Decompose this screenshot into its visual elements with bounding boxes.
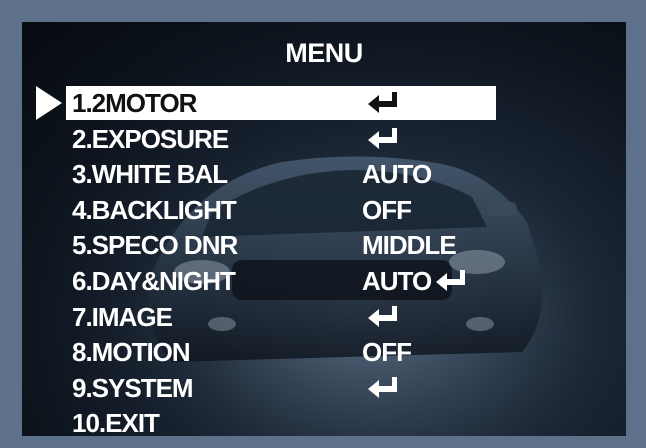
- menu-item-label: 1.2MOTOR: [72, 88, 197, 118]
- menu-item[interactable]: 2.EXPOSURE: [66, 122, 496, 156]
- menu-item-label: 2.EXPOSURE: [72, 123, 229, 154]
- menu-item[interactable]: 6.DAY&NIGHT AUTO: [66, 264, 496, 298]
- enter-return-icon: [366, 375, 400, 401]
- menu-item-value: OFF: [362, 337, 412, 368]
- osd-frame: MENU 1.2MOTOR 2.EXPOSURE 3.WHITE BAL AUTO 4.…: [0, 0, 646, 448]
- menu-item-label: 5.SPECO DNR: [72, 230, 238, 261]
- menu-item-label: 6.DAY&NIGHT: [72, 266, 236, 296]
- enter-return-icon: [366, 90, 400, 116]
- menu-item[interactable]: 3.WHITE BAL AUTO: [66, 157, 496, 191]
- selection-arrow-icon: [36, 86, 62, 120]
- menu-title: MENU: [285, 38, 363, 68]
- menu-item-label: 9.SYSTEM: [72, 372, 194, 403]
- menu-item-label: 7.IMAGE: [72, 301, 173, 332]
- menu-item[interactable]: 7.IMAGE: [66, 300, 496, 334]
- menu-item-label: 4.BACKLIGHT: [72, 194, 237, 225]
- menu-item[interactable]: 8.MOTION OFF: [66, 335, 496, 369]
- menu-item-label: 10.EXIT: [72, 408, 160, 436]
- menu-item[interactable]: 4.BACKLIGHT OFF: [66, 193, 496, 227]
- menu-item-value: AUTO: [362, 159, 432, 190]
- menu-item[interactable]: 9.SYSTEM: [66, 371, 496, 405]
- menu-item-label: 8.MOTION: [72, 337, 191, 368]
- enter-return-icon: [434, 268, 468, 294]
- menu-item-label: 3.WHITE BAL: [72, 159, 228, 190]
- menu-item-value: MIDDLE: [362, 230, 457, 261]
- menu-item[interactable]: 5.SPECO DNR MIDDLE: [66, 228, 496, 262]
- menu-item-value: AUTO: [362, 266, 432, 296]
- osd-screen: MENU 1.2MOTOR 2.EXPOSURE 3.WHITE BAL AUTO 4.…: [22, 22, 626, 436]
- enter-return-icon: [366, 126, 400, 152]
- menu-item[interactable]: 1.2MOTOR: [66, 86, 496, 120]
- enter-return-icon: [366, 304, 400, 330]
- menu-item-value: OFF: [362, 194, 412, 225]
- menu-item[interactable]: 10.EXIT: [66, 406, 496, 436]
